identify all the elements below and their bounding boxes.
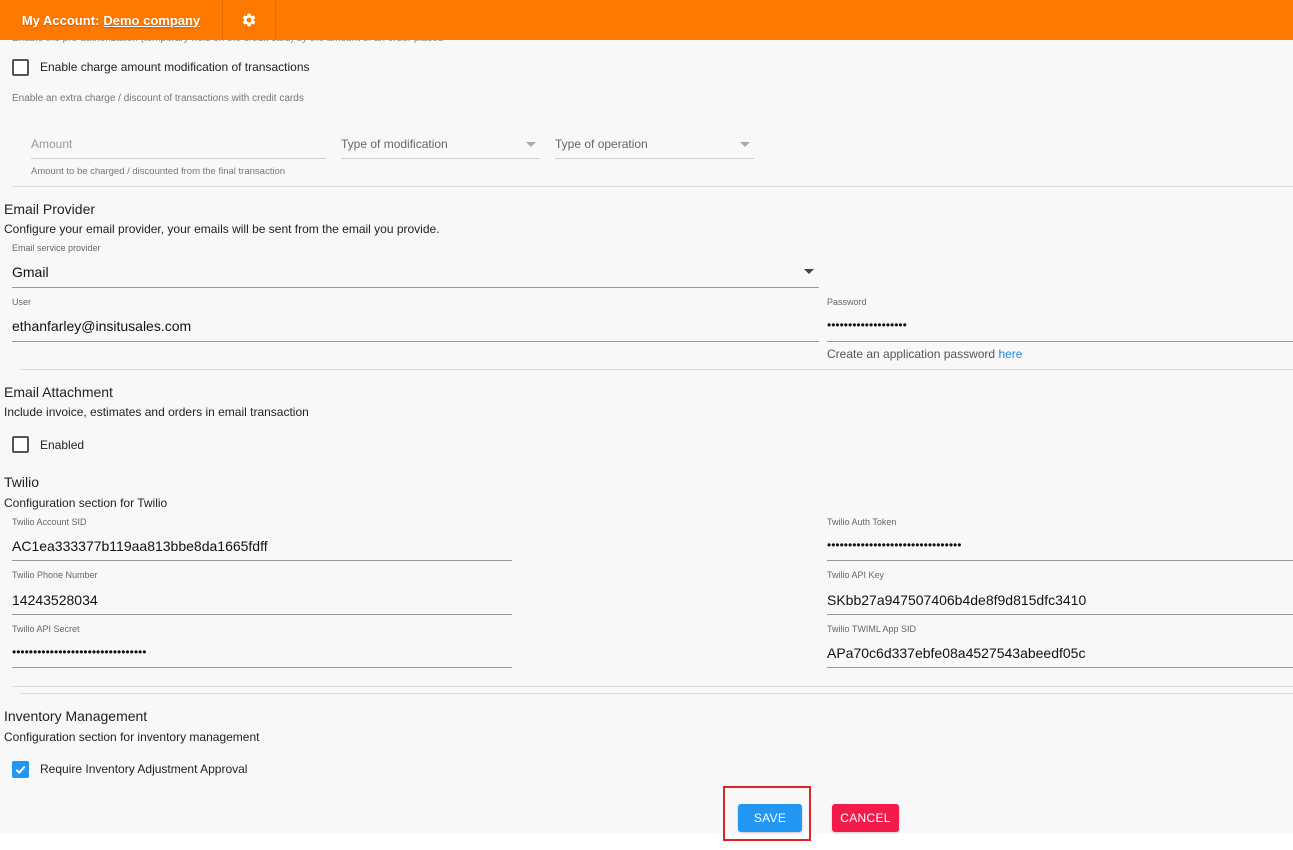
cancel-button[interactable]: CANCEL <box>832 804 899 832</box>
amount-hint: Amount to be charged / discounted from t… <box>31 166 286 177</box>
twilio-title: Twilio <box>4 474 40 490</box>
top-bar: My Account: Demo company <box>0 0 1293 40</box>
password-hint-text: Create an application password <box>827 347 996 361</box>
user-input[interactable]: ethanfarley@insitusales.com <box>12 318 191 334</box>
twilio-twiml-label: Twilio TWIML App SID <box>827 624 917 634</box>
charge-mod-hint: Enable an extra charge / discount of tra… <box>12 93 304 104</box>
check-icon <box>15 765 26 775</box>
twilio-api-secret-input[interactable]: •••••••••••••••••••••••••••••••• <box>12 645 146 659</box>
twilio-twiml-input[interactable]: APa70c6d337ebfe08a4527543abeedf05c <box>827 645 1085 661</box>
twilio-api-key-label: Twilio API Key <box>827 570 885 580</box>
twilio-phone-underline <box>12 614 512 615</box>
provider-underline <box>12 287 819 288</box>
password-label: Password <box>827 297 867 307</box>
twilio-api-key-underline <box>827 614 1293 615</box>
email-attachment-title: Email Attachment <box>4 384 113 400</box>
gear-icon <box>242 13 256 27</box>
app-password-link[interactable]: here <box>998 347 1022 361</box>
bottom-strip <box>0 833 1293 850</box>
section-divider <box>20 693 1293 694</box>
amount-underline <box>31 158 326 159</box>
email-attachment-subtitle: Include invoice, estimates and orders in… <box>4 405 309 419</box>
twilio-twiml-underline <box>827 667 1293 668</box>
inventory-approval-label: Require Inventory Adjustment Approval <box>40 762 248 776</box>
charge-mod-label: Enable charge amount modification of tra… <box>40 60 310 74</box>
user-label: User <box>12 297 32 307</box>
amount-input[interactable]: Amount <box>31 137 72 151</box>
section-divider <box>12 186 1293 187</box>
password-input[interactable]: ••••••••••••••••••• <box>827 318 907 332</box>
settings-button[interactable] <box>223 0 276 40</box>
password-underline <box>827 341 1293 342</box>
twilio-phone-label: Twilio Phone Number <box>12 570 98 580</box>
company-link[interactable]: Demo company <box>103 13 200 28</box>
twilio-auth-label: Twilio Auth Token <box>827 517 897 527</box>
inventory-title: Inventory Management <box>4 708 148 724</box>
twilio-sid-underline <box>12 560 512 561</box>
type-operation-underline <box>555 158 754 159</box>
section-divider <box>20 369 1293 370</box>
inventory-approval-checkbox[interactable] <box>12 761 29 778</box>
account-prefix: My Account: <box>21 12 100 28</box>
chevron-down-icon <box>526 142 536 147</box>
twilio-sid-label: Twilio Account SID <box>12 517 87 527</box>
twilio-auth-underline <box>827 560 1293 561</box>
attachment-enabled-label: Enabled <box>40 438 85 452</box>
type-modification-select[interactable]: Type of modification <box>341 137 448 151</box>
inventory-subtitle: Configuration section for inventory mana… <box>4 730 260 744</box>
email-provider-title: Email Provider <box>4 201 96 217</box>
charge-mod-checkbox[interactable] <box>12 59 29 76</box>
twilio-api-key-input[interactable]: SKbb27a947507406b4de8f9d815dfc3410 <box>827 592 1086 608</box>
twilio-subtitle: Configuration section for Twilio <box>4 496 168 510</box>
attachment-enabled-checkbox[interactable] <box>12 436 29 453</box>
save-highlight-box <box>723 786 811 841</box>
section-divider <box>12 686 1293 687</box>
twilio-auth-input[interactable]: •••••••••••••••••••••••••••••••• <box>827 538 961 552</box>
password-hint: Create an application password here <box>827 347 1022 361</box>
account-selector[interactable]: My Account: Demo company <box>0 0 223 40</box>
provider-select[interactable]: Gmail <box>12 264 49 280</box>
chevron-down-icon <box>740 142 750 147</box>
type-modification-underline <box>341 158 540 159</box>
chevron-down-icon <box>804 269 814 274</box>
twilio-api-secret-underline <box>12 667 512 668</box>
user-underline <box>12 341 819 342</box>
provider-label: Email service provider <box>12 243 101 253</box>
twilio-api-secret-label: Twilio API Secret <box>12 624 80 634</box>
email-provider-subtitle: Configure your email provider, your emai… <box>4 222 440 236</box>
twilio-sid-input[interactable]: AC1ea333377b119aa813bbe8da1665fdff <box>12 538 268 554</box>
twilio-phone-input[interactable]: 14243528034 <box>12 592 98 608</box>
type-operation-select[interactable]: Type of operation <box>555 137 648 151</box>
